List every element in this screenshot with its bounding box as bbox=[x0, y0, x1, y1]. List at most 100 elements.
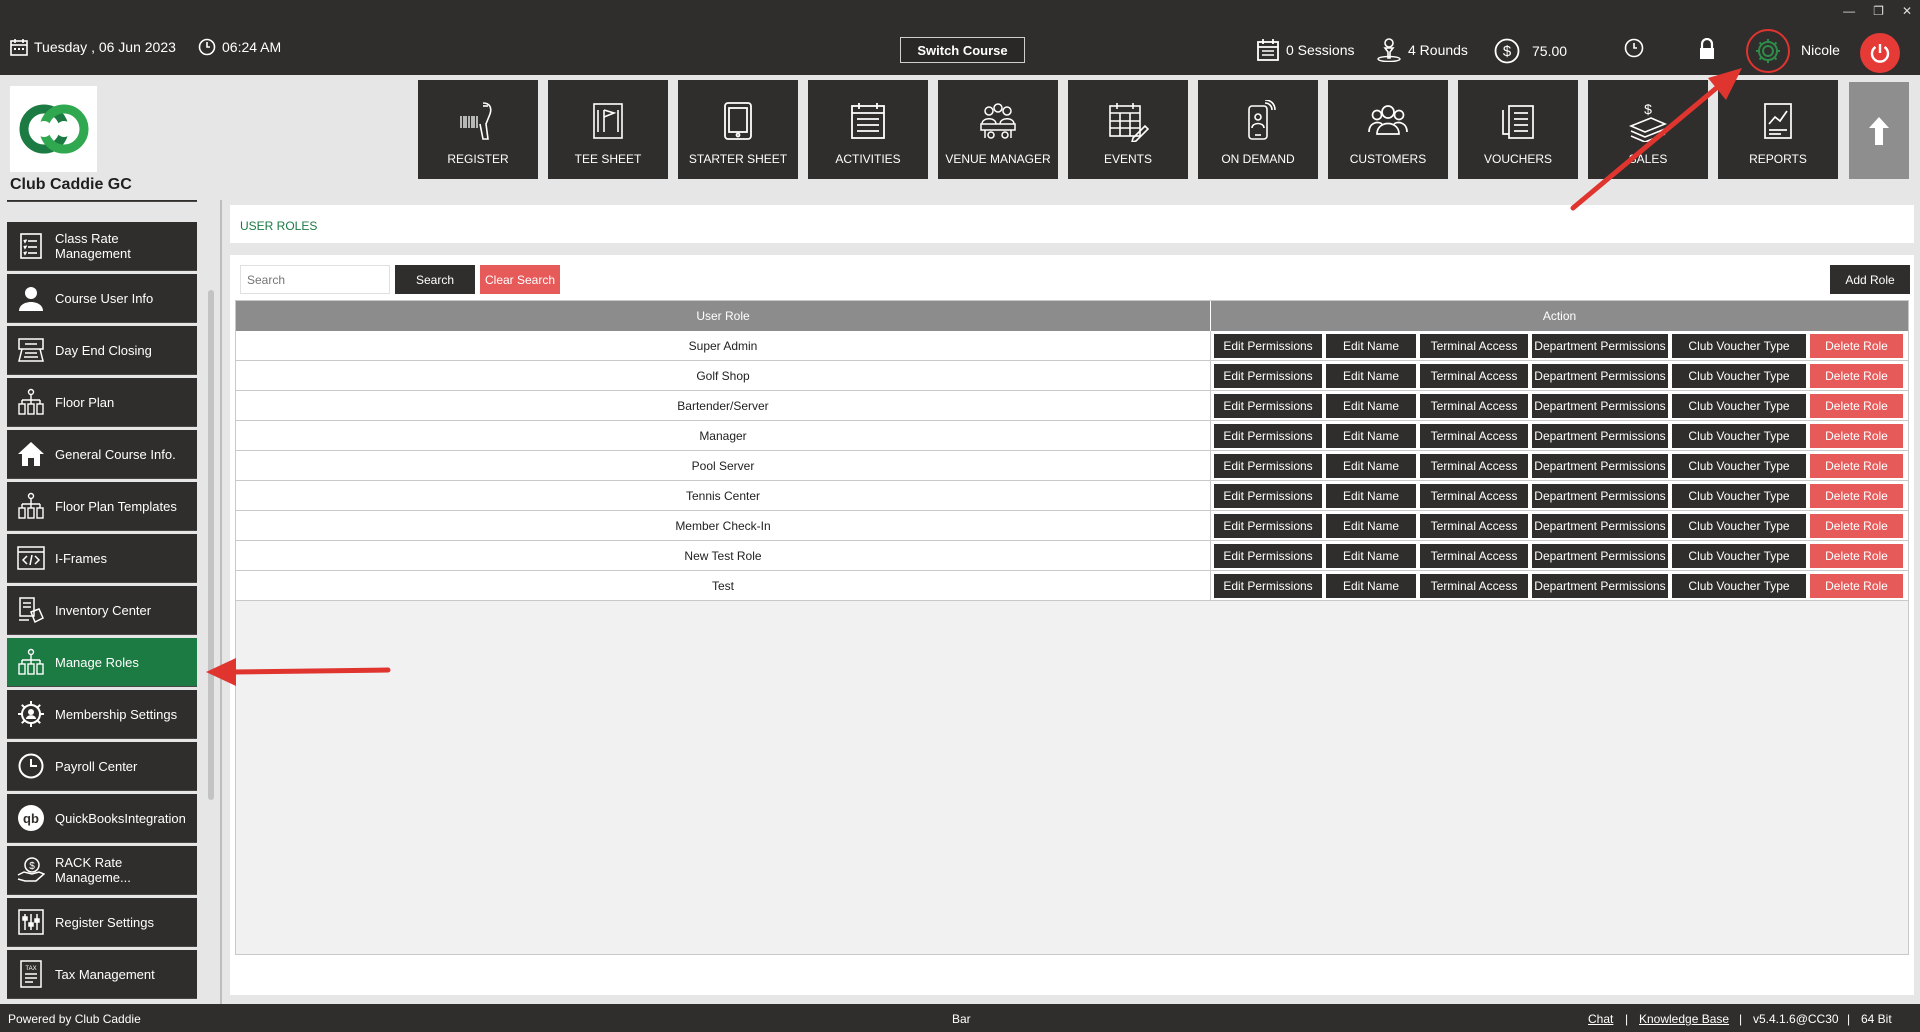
clear-search-button[interactable]: Clear Search bbox=[480, 265, 560, 294]
edit-permissions-button[interactable]: Edit Permissions bbox=[1214, 424, 1322, 448]
nav-tee-sheet[interactable]: TEE SHEET bbox=[548, 80, 668, 179]
nav-vouchers[interactable]: VOUCHERS bbox=[1458, 80, 1578, 179]
sidebar-item-general-course-info[interactable]: General Course Info. bbox=[7, 430, 197, 479]
club-voucher-type-button[interactable]: Club Voucher Type bbox=[1672, 364, 1806, 388]
sidebar-item-inventory-center[interactable]: Inventory Center bbox=[7, 586, 197, 635]
terminal-access-button[interactable]: Terminal Access bbox=[1420, 544, 1528, 568]
edit-name-button[interactable]: Edit Name bbox=[1326, 394, 1416, 418]
restore-icon[interactable]: ❐ bbox=[1873, 4, 1884, 18]
club-voucher-type-button[interactable]: Club Voucher Type bbox=[1672, 394, 1806, 418]
sessions-display[interactable]: 0 Sessions bbox=[1256, 38, 1354, 62]
sidebar-item-class-rate-management[interactable]: Class Rate Management bbox=[7, 222, 197, 271]
chat-link[interactable]: Chat bbox=[1588, 1012, 1613, 1026]
close-icon[interactable]: ✕ bbox=[1902, 4, 1912, 18]
department-permissions-button[interactable]: Department Permissions bbox=[1532, 334, 1668, 358]
sidebar-item-manage-roles[interactable]: Manage Roles bbox=[7, 638, 197, 687]
delete-role-button[interactable]: Delete Role bbox=[1810, 334, 1903, 358]
department-permissions-button[interactable]: Department Permissions bbox=[1532, 544, 1668, 568]
delete-role-button[interactable]: Delete Role bbox=[1810, 424, 1903, 448]
department-permissions-button[interactable]: Department Permissions bbox=[1532, 424, 1668, 448]
delete-role-button[interactable]: Delete Role bbox=[1810, 574, 1903, 598]
sidebar-item-register-settings[interactable]: Register Settings bbox=[7, 898, 197, 947]
logout-button[interactable] bbox=[1860, 33, 1900, 73]
lock-button[interactable] bbox=[1698, 38, 1716, 60]
edit-name-button[interactable]: Edit Name bbox=[1326, 364, 1416, 388]
balance-display[interactable]: $ 75.00 bbox=[1494, 38, 1567, 64]
department-permissions-button[interactable]: Department Permissions bbox=[1532, 454, 1668, 478]
club-voucher-type-button[interactable]: Club Voucher Type bbox=[1672, 454, 1806, 478]
sidebar-item-day-end-closing[interactable]: Day End Closing bbox=[7, 326, 197, 375]
edit-name-button[interactable]: Edit Name bbox=[1326, 454, 1416, 478]
add-role-button[interactable]: Add Role bbox=[1830, 265, 1910, 294]
terminal-access-button[interactable]: Terminal Access bbox=[1420, 484, 1528, 508]
club-voucher-type-button[interactable]: Club Voucher Type bbox=[1672, 574, 1806, 598]
nav-register[interactable]: REGISTER bbox=[418, 80, 538, 179]
scroll-up-button[interactable] bbox=[1849, 82, 1909, 179]
search-input[interactable] bbox=[240, 265, 390, 294]
edit-permissions-button[interactable]: Edit Permissions bbox=[1214, 364, 1322, 388]
terminal-access-button[interactable]: Terminal Access bbox=[1420, 334, 1528, 358]
department-permissions-button[interactable]: Department Permissions bbox=[1532, 394, 1668, 418]
minimize-icon[interactable]: — bbox=[1843, 4, 1855, 18]
edit-name-button[interactable]: Edit Name bbox=[1326, 574, 1416, 598]
switch-course-button[interactable]: Switch Course bbox=[900, 37, 1025, 63]
nav-starter-sheet[interactable]: STARTER SHEET bbox=[678, 80, 798, 179]
delete-role-button[interactable]: Delete Role bbox=[1810, 454, 1903, 478]
sidebar-item-i-frames[interactable]: I-Frames bbox=[7, 534, 197, 583]
sidebar-item-tax-management[interactable]: TAX Tax Management bbox=[7, 950, 197, 999]
sidebar-item-quickbooks-integration[interactable]: qb QuickBooksIntegration bbox=[7, 794, 197, 843]
edit-name-button[interactable]: Edit Name bbox=[1326, 514, 1416, 538]
terminal-access-button[interactable]: Terminal Access bbox=[1420, 574, 1528, 598]
terminal-access-button[interactable]: Terminal Access bbox=[1420, 394, 1528, 418]
delete-role-button[interactable]: Delete Role bbox=[1810, 394, 1903, 418]
terminal-access-button[interactable]: Terminal Access bbox=[1420, 454, 1528, 478]
edit-name-button[interactable]: Edit Name bbox=[1326, 484, 1416, 508]
sidebar-item-course-user-info[interactable]: Course User Info bbox=[7, 274, 197, 323]
nav-venue-manager[interactable]: VENUE MANAGER bbox=[938, 80, 1058, 179]
department-permissions-button[interactable]: Department Permissions bbox=[1532, 514, 1668, 538]
delete-role-button[interactable]: Delete Role bbox=[1810, 364, 1903, 388]
time-clock-button[interactable] bbox=[1624, 38, 1644, 58]
sidebar-item-floor-plan[interactable]: Floor Plan bbox=[7, 378, 197, 427]
edit-permissions-button[interactable]: Edit Permissions bbox=[1214, 544, 1322, 568]
delete-role-button[interactable]: Delete Role bbox=[1810, 544, 1903, 568]
settings-button[interactable] bbox=[1746, 29, 1790, 73]
user-name[interactable]: Nicole bbox=[1801, 42, 1840, 58]
column-header-user-role[interactable]: User Role bbox=[236, 301, 1211, 331]
nav-events[interactable]: EVENTS bbox=[1068, 80, 1188, 179]
knowledge-base-link[interactable]: Knowledge Base bbox=[1639, 1012, 1729, 1026]
nav-sales[interactable]: $ SALES bbox=[1588, 80, 1708, 179]
edit-name-button[interactable]: Edit Name bbox=[1326, 334, 1416, 358]
delete-role-button[interactable]: Delete Role bbox=[1810, 484, 1903, 508]
edit-permissions-button[interactable]: Edit Permissions bbox=[1214, 514, 1322, 538]
sidebar-item-membership-settings[interactable]: Membership Settings bbox=[7, 690, 197, 739]
sidebar-item-floor-plan-templates[interactable]: Floor Plan Templates bbox=[7, 482, 197, 531]
terminal-access-button[interactable]: Terminal Access bbox=[1420, 364, 1528, 388]
sidebar-scrollbar[interactable] bbox=[208, 290, 214, 800]
rounds-display[interactable]: 4 Rounds bbox=[1376, 38, 1468, 62]
nav-reports[interactable]: REPORTS bbox=[1718, 80, 1838, 179]
edit-permissions-button[interactable]: Edit Permissions bbox=[1214, 394, 1322, 418]
edit-permissions-button[interactable]: Edit Permissions bbox=[1214, 484, 1322, 508]
terminal-access-button[interactable]: Terminal Access bbox=[1420, 514, 1528, 538]
terminal-access-button[interactable]: Terminal Access bbox=[1420, 424, 1528, 448]
edit-permissions-button[interactable]: Edit Permissions bbox=[1214, 334, 1322, 358]
club-voucher-type-button[interactable]: Club Voucher Type bbox=[1672, 424, 1806, 448]
club-voucher-type-button[interactable]: Club Voucher Type bbox=[1672, 484, 1806, 508]
edit-permissions-button[interactable]: Edit Permissions bbox=[1214, 454, 1322, 478]
search-button[interactable]: Search bbox=[395, 265, 475, 294]
department-permissions-button[interactable]: Department Permissions bbox=[1532, 364, 1668, 388]
edit-permissions-button[interactable]: Edit Permissions bbox=[1214, 574, 1322, 598]
nav-customers[interactable]: CUSTOMERS bbox=[1328, 80, 1448, 179]
edit-name-button[interactable]: Edit Name bbox=[1326, 424, 1416, 448]
department-permissions-button[interactable]: Department Permissions bbox=[1532, 574, 1668, 598]
sidebar-item-partial[interactable] bbox=[7, 200, 197, 202]
nav-activities[interactable]: ACTIVITIES bbox=[808, 80, 928, 179]
sidebar-item-payroll-center[interactable]: Payroll Center bbox=[7, 742, 197, 791]
delete-role-button[interactable]: Delete Role bbox=[1810, 514, 1903, 538]
nav-on-demand[interactable]: ON DEMAND bbox=[1198, 80, 1318, 179]
club-voucher-type-button[interactable]: Club Voucher Type bbox=[1672, 334, 1806, 358]
sidebar-item-rack-rate-management[interactable]: $ RACK Rate Manageme... bbox=[7, 846, 197, 895]
department-permissions-button[interactable]: Department Permissions bbox=[1532, 484, 1668, 508]
club-voucher-type-button[interactable]: Club Voucher Type bbox=[1672, 514, 1806, 538]
